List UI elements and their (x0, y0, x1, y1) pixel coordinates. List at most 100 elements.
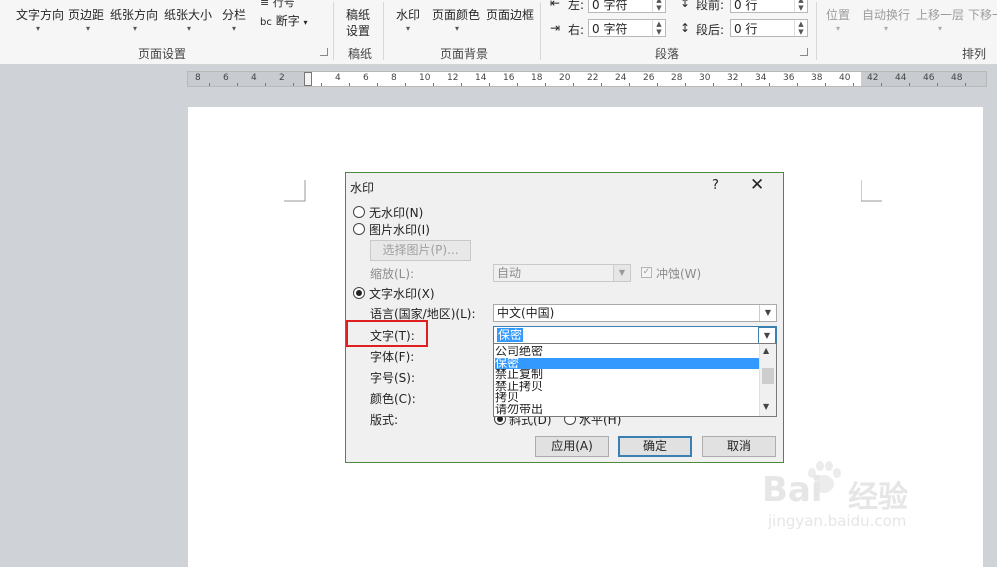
scrollbar-thumb[interactable] (762, 368, 774, 384)
washout-label: 冲蚀(W) (656, 267, 702, 281)
select-picture-button[interactable]: 选择图片(P)... (370, 240, 471, 261)
dropdown-scrollbar[interactable]: ▲ ▼ (759, 344, 776, 416)
apply-label: 应用(A) (551, 439, 593, 453)
position-button[interactable]: 位置 (826, 6, 850, 23)
orientation-button[interactable]: 纸张方向 (110, 6, 158, 23)
columns-button[interactable]: 分栏 (222, 6, 246, 23)
line-numbers-button[interactable]: ≡ 行号 (260, 0, 295, 10)
hyphenation-button[interactable]: bc 断字 ▾ (260, 12, 308, 29)
ok-button[interactable]: 确定 (618, 436, 692, 457)
send-backward-button[interactable]: 下移一 (968, 6, 997, 23)
indent-left-label: 左: (568, 0, 585, 12)
dialog-launcher-icon[interactable] (800, 48, 808, 56)
group-arrange: 排列 (962, 47, 987, 61)
spinner-arrows-icon[interactable]: ▲ ▼ (652, 0, 665, 12)
paper-size-button[interactable]: 纸张大小 (164, 6, 212, 23)
ok-label: 确定 (642, 439, 667, 453)
language-select[interactable]: 中文(中国) ▼ (493, 304, 777, 322)
page-border-button[interactable]: 页面边框 (486, 6, 534, 23)
ruler-tick-label: 48 (951, 73, 963, 83)
spacing-after-value: 0 行 (734, 22, 758, 36)
no-watermark-label: 无水印(N) (369, 206, 424, 220)
margin-corner-marker (861, 180, 882, 202)
language-value: 中文(中国) (497, 306, 555, 320)
text-watermark-radio[interactable] (353, 287, 365, 299)
spacing-before-input[interactable]: 0 行 ▲ ▼ (730, 0, 808, 13)
orientation-label: 纸张方向 (110, 8, 159, 22)
select-picture-label: 选择图片(P)... (382, 243, 459, 257)
ruler-tick-label: 6 (223, 73, 229, 83)
picture-watermark-radio[interactable] (353, 223, 365, 235)
spacing-after-input[interactable]: 0 行 ▲ ▼ (730, 19, 808, 37)
margins-button[interactable]: 页边距 (68, 6, 104, 23)
text-direction-button[interactable]: 文字方向 (16, 6, 64, 23)
ruler-tick-label: 30 (699, 73, 711, 83)
bring-forward-button[interactable]: 上移一层 (916, 6, 964, 23)
baidu-brand-tail: 经验 (848, 480, 908, 515)
chevron-down-icon: ▾ (133, 24, 138, 33)
indent-right-icon: ⇥ (550, 21, 561, 35)
ruler-tick (293, 83, 294, 86)
ruler-tick (685, 83, 686, 86)
group-paragraph: 段落 (655, 47, 680, 61)
position-label: 位置 (826, 8, 851, 22)
spinner-arrows-icon[interactable]: ▲ ▼ (794, 20, 807, 36)
dropdown-item[interactable]: 拷贝 (495, 392, 759, 403)
ruler-tick-label: 12 (447, 73, 459, 83)
chevron-down-icon: ▾ (938, 24, 943, 33)
ruler-tick-label: 10 (419, 73, 431, 83)
text-combo[interactable]: 保密 ▼ (493, 326, 777, 345)
spacing-before-label: 段前: (696, 0, 725, 12)
page-color-button[interactable]: 页面颜色 (432, 6, 480, 23)
wrap-text-button[interactable]: 自动换行 (862, 6, 910, 23)
ruler-tick (797, 83, 798, 86)
ruler-area: 8642246810121416182022242628303234363840… (0, 65, 997, 91)
manuscript-button[interactable]: 稿纸 (346, 6, 370, 23)
dropdown-item[interactable]: 保密 (495, 357, 759, 369)
spacing-after-icon: ↕ (680, 21, 691, 35)
ruler-tick-label: 28 (671, 73, 683, 83)
dropdown-item[interactable]: 禁止复制 (495, 369, 759, 380)
ruler-tick-label: 14 (475, 73, 487, 83)
ruler-tick-label: 46 (923, 73, 935, 83)
chevron-up-icon[interactable]: ▲ (763, 346, 769, 355)
baidu-watermark: Bai 经验 jingyan.baidu.com (762, 460, 992, 550)
dropdown-item[interactable]: 公司绝密 (495, 346, 759, 357)
indent-right-input[interactable]: 0 字符 ▲ ▼ (588, 19, 666, 37)
divider (540, 2, 541, 60)
ruler-tick-label: 16 (503, 73, 515, 83)
help-icon[interactable]: ? (712, 178, 719, 193)
no-watermark-radio[interactable] (353, 206, 365, 218)
chevron-down-icon: ▾ (36, 24, 41, 33)
indent-left-input[interactable]: 0 字符 ▲ ▼ (588, 0, 666, 13)
ruler-tick-label: 44 (895, 73, 907, 83)
ruler-tick-label: 22 (587, 73, 599, 83)
ruler-tick-label: 26 (643, 73, 655, 83)
scale-value: 自动 (497, 266, 522, 280)
send-backward-label: 下移一 (968, 8, 997, 22)
dialog-launcher-icon[interactable] (320, 48, 328, 56)
dropdown-item[interactable]: 禁止拷贝 (495, 381, 759, 392)
ruler-tick-label: 8 (195, 73, 201, 83)
dropdown-item[interactable]: 请勿带出 (495, 404, 759, 415)
chevron-down-icon: ▼ (759, 305, 776, 321)
apply-button[interactable]: 应用(A) (535, 436, 609, 457)
ruler-tick (629, 83, 630, 86)
chevron-down-icon[interactable]: ▼ (763, 402, 769, 411)
chevron-down-icon: ▾ (836, 24, 841, 33)
hyphenation-icon: bc (260, 17, 272, 28)
cancel-button[interactable]: 取消 (702, 436, 776, 457)
scale-select[interactable]: 自动 ▼ (493, 264, 631, 282)
text-dropdown-list[interactable]: ▲ ▼ 公司绝密 保密 禁止复制 禁止拷贝 拷贝 请勿带出 (493, 343, 777, 417)
ruler-tick-label: 4 (251, 73, 257, 83)
spinner-arrows-icon[interactable]: ▲ ▼ (794, 0, 807, 12)
close-icon[interactable]: ✕ (750, 175, 764, 195)
spinner-arrows-icon[interactable]: ▲ ▼ (652, 20, 665, 36)
ruler-tick (937, 83, 938, 86)
washout-checkbox[interactable]: ✓ (641, 267, 652, 278)
horizontal-ruler[interactable]: 8642246810121416182022242628303234363840… (187, 71, 987, 87)
indent-marker-icon[interactable] (304, 72, 312, 86)
ruler-tick (489, 83, 490, 86)
group-manuscript: 稿纸 (348, 47, 373, 61)
watermark-button[interactable]: 水印 (396, 6, 420, 23)
